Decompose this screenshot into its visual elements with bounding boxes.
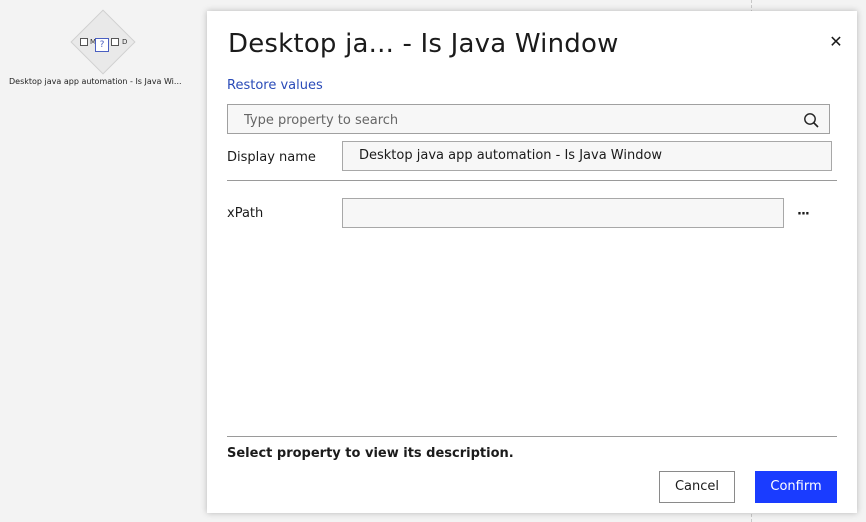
node-port-right[interactable] xyxy=(111,38,119,46)
xpath-more-button[interactable]: ··· xyxy=(797,207,810,222)
restore-values-link[interactable]: Restore values xyxy=(227,78,323,93)
search-icon[interactable] xyxy=(803,112,819,128)
node-port-left[interactable] xyxy=(80,38,88,46)
property-description: Select property to view its description. xyxy=(227,446,514,461)
node-label: Desktop java app automation - Is Java Wi… xyxy=(9,77,182,86)
properties-divider xyxy=(227,180,837,181)
description-divider xyxy=(227,436,837,437)
workflow-node[interactable]: M ? D Desktop java app automation - Is J… xyxy=(0,0,206,100)
confirm-button[interactable]: Confirm xyxy=(755,471,837,503)
display-name-field[interactable]: Desktop java app automation - Is Java Wi… xyxy=(342,141,832,171)
cancel-button[interactable]: Cancel xyxy=(659,471,735,503)
display-name-label: Display name xyxy=(227,150,316,165)
xpath-field[interactable] xyxy=(342,198,784,228)
search-input[interactable] xyxy=(228,105,806,135)
node-question-icon: ? xyxy=(95,38,109,52)
close-icon[interactable]: ✕ xyxy=(827,33,845,51)
property-search[interactable] xyxy=(227,104,830,135)
properties-dialog: Desktop ja... - Is Java Window ✕ Restore… xyxy=(207,11,857,513)
xpath-label: xPath xyxy=(227,206,264,221)
node-port-right-letter: D xyxy=(122,38,128,46)
dialog-title: Desktop ja... - Is Java Window xyxy=(228,29,619,59)
